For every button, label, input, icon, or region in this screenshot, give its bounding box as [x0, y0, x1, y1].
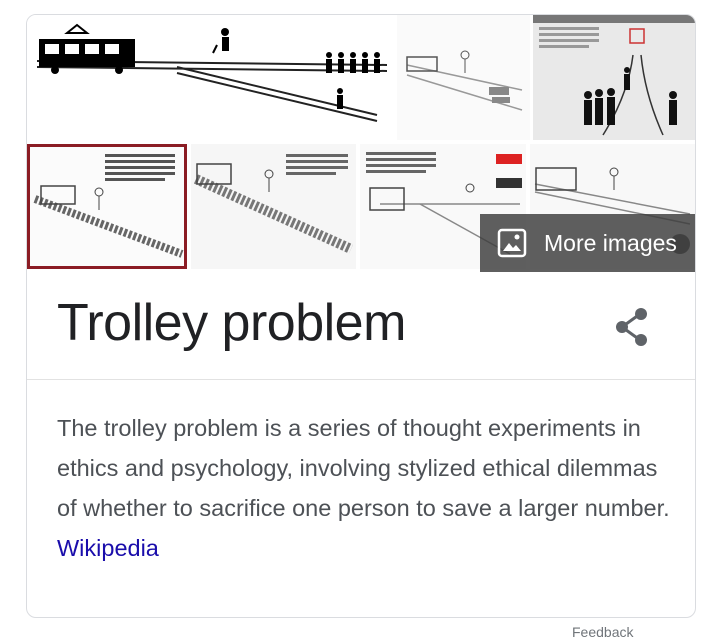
share-icon — [616, 308, 647, 346]
trolley-diagram-image — [36, 23, 388, 122]
share-button[interactable] — [612, 305, 652, 349]
image-tile-trolley-crowd[interactable] — [533, 15, 695, 140]
page-title: Trolley problem — [57, 294, 406, 352]
trolley-crowd-image — [533, 15, 695, 136]
more-images-button[interactable]: More images — [480, 214, 695, 272]
knowledge-panel: More images Trolley problem The trolley … — [26, 14, 696, 618]
feedback-link[interactable]: Feedback — [572, 622, 633, 642]
wikipedia-link[interactable]: Wikipedia — [57, 535, 159, 561]
description: The trolley problem is a series of thoug… — [57, 408, 677, 568]
image-icon — [497, 228, 527, 258]
image-tile-trolley-diagram[interactable] — [27, 15, 394, 140]
divider — [27, 379, 695, 380]
trolley-sketch-image — [33, 154, 184, 258]
description-text: The trolley problem is a series of thoug… — [57, 415, 670, 521]
image-tile-trolley-sketch-selected[interactable] — [27, 144, 187, 269]
trolley-sketch-image — [193, 154, 354, 254]
trolley-sketch-image — [406, 50, 523, 111]
more-images-label: More images — [544, 229, 677, 256]
image-tile-trolley-sketch-2[interactable] — [191, 144, 356, 269]
image-tile-trolley-sketch-1[interactable] — [397, 15, 530, 140]
